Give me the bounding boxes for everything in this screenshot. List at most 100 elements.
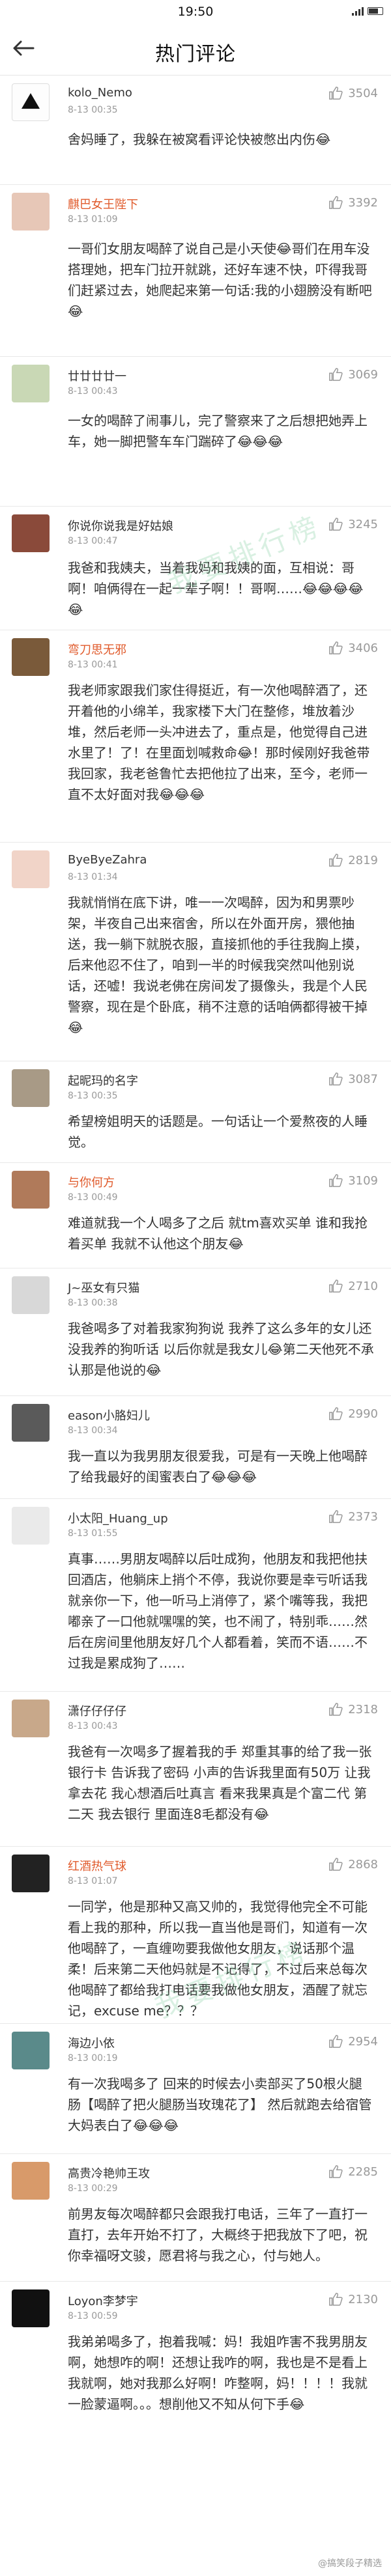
- avatar[interactable]: [12, 1507, 50, 1545]
- thumbs-up-icon: [329, 368, 343, 381]
- like-count: 3504: [348, 86, 378, 100]
- thumbs-up-icon: [329, 2165, 343, 2178]
- avatar[interactable]: [12, 2289, 50, 2327]
- like-button[interactable]: 2285: [328, 2164, 378, 2179]
- comment-author[interactable]: 麒巴女王陛下: [68, 195, 138, 212]
- like-button[interactable]: 3406: [328, 641, 378, 655]
- comment-item: eason小胳妇儿 8-13 00:34 2990 我一直以为我男朋友很爱我，可…: [0, 1396, 391, 1499]
- comment-time: 8-13 00:34: [68, 1425, 118, 1436]
- footer-watermark: @搞笑段子精选: [318, 2558, 382, 2569]
- avatar[interactable]: [12, 1069, 50, 1107]
- avatar[interactable]: [12, 638, 50, 676]
- like-button[interactable]: 2990: [328, 1407, 378, 1421]
- like-count: 3109: [348, 1173, 378, 1188]
- comment-time: 8-13 00:59: [68, 2311, 118, 2321]
- comment-time: 8-13 00:29: [68, 2183, 118, 2194]
- comment-author[interactable]: 小太阳_Huang_up: [68, 1509, 168, 1526]
- like-button[interactable]: 3087: [328, 1072, 378, 1086]
- like-count: 2954: [348, 2034, 378, 2049]
- comment-author[interactable]: 你说你说我是好姑娘: [68, 517, 173, 534]
- like-button[interactable]: 2130: [328, 2292, 378, 2306]
- comment-author[interactable]: 潇仔仔仔仔: [68, 1702, 126, 1719]
- comment-item: J~巫女有只猫 8-13 00:38 2710 我爸喝多了对着我家狗狗说 我养了…: [0, 1268, 391, 1396]
- avatar[interactable]: [12, 365, 50, 402]
- status-icons: [352, 7, 383, 16]
- like-button[interactable]: 2819: [328, 853, 378, 867]
- comment-time: 8-13 01:09: [68, 214, 118, 225]
- avatar[interactable]: [12, 1171, 50, 1209]
- like-button[interactable]: 3245: [328, 517, 378, 531]
- like-button[interactable]: 2954: [328, 2034, 378, 2049]
- like-button[interactable]: 3504: [328, 86, 378, 100]
- like-button[interactable]: 2318: [328, 1702, 378, 1716]
- comment-text: 我爸和我姨夫，当着我妈和我姨的面，互相说：哥啊！咱俩得在一起一辈子啊！！哥啊………: [68, 560, 364, 617]
- battery-icon: [368, 7, 383, 15]
- comment-time: 8-13 00:43: [68, 386, 118, 397]
- comment-author[interactable]: 与你何方: [68, 1173, 115, 1190]
- comment-author[interactable]: 弯刀思无邪: [68, 641, 126, 658]
- comment-author[interactable]: 红酒热气球: [68, 1857, 126, 1874]
- comment-author[interactable]: Loyon李梦宇: [68, 2292, 138, 2309]
- comment-author[interactable]: J~巫女有只猫: [68, 1279, 139, 1296]
- like-count: 2318: [348, 1702, 378, 1716]
- comment-author[interactable]: 海边小依: [68, 2034, 115, 2051]
- signal-icon: [352, 7, 364, 16]
- like-button[interactable]: 3069: [328, 367, 378, 382]
- like-button[interactable]: 3392: [328, 195, 378, 210]
- like-button[interactable]: 2868: [328, 1857, 378, 1871]
- like-count: 2710: [348, 1279, 378, 1293]
- avatar[interactable]: [12, 514, 50, 552]
- avatar[interactable]: [12, 1404, 50, 1442]
- comment-item: 起昵玛的名字 8-13 00:35 3087 希望榜姐明天的话题是。一句话让一个…: [0, 1061, 391, 1163]
- comment-text: 我爸有一次喝多了握着我的手 郑重其事的给了我一张银行卡 告诉我了密码 小声的告诉…: [68, 1744, 372, 1822]
- avatar[interactable]: [12, 1700, 50, 1737]
- like-count: 2373: [348, 1509, 378, 1524]
- like-button[interactable]: 2710: [328, 1279, 378, 1293]
- avatar[interactable]: [12, 193, 50, 231]
- comment-text: 前男友每次喝醉都只会跟我打电话，三年了一直打一直打，去年开始不打了，大概终于把我…: [68, 2206, 368, 2263]
- comment-item: 海边小依 8-13 00:19 2954 有一次我喝多了 回来的时候去小卖部买了…: [0, 2024, 391, 2154]
- like-count: 3406: [348, 641, 378, 655]
- like-count: 2819: [348, 853, 378, 867]
- comment-author[interactable]: 起昵玛的名字: [68, 1072, 138, 1089]
- comment-author[interactable]: eason小胳妇儿: [68, 1407, 150, 1423]
- comment-time: 8-13 00:43: [68, 1721, 118, 1731]
- thumbs-up-icon: [329, 1858, 343, 1871]
- thumbs-up-icon: [329, 1280, 343, 1293]
- avatar[interactable]: [12, 2162, 50, 2200]
- comment-time: 8-13 00:19: [68, 2053, 118, 2064]
- comment-item: 廿廿廿廿一 8-13 00:43 3069 一女的喝醉了闹事儿，完了警察来了之后…: [0, 357, 391, 507]
- like-button[interactable]: 3109: [328, 1173, 378, 1188]
- comment-author[interactable]: ByeByeZahra: [68, 853, 147, 867]
- thumbs-up-icon: [329, 854, 343, 867]
- like-button[interactable]: 2373: [328, 1509, 378, 1524]
- comment-time: 8-13 00:35: [68, 1091, 118, 1101]
- avatar[interactable]: [12, 850, 50, 888]
- comment-item: 小太阳_Huang_up 8-13 01:55 2373 真事……男朋友喝醉以后…: [0, 1499, 391, 1692]
- comment-text: 难道就我一个人喝多了之后 就tm喜欢买单 谁和我抢着买单 我就不认他这个朋友😂: [68, 1215, 368, 1252]
- comment-text: 有一次我喝多了 回来的时候去小卖部买了50根火腿肠【喝醉了把火腿肠当玫瑰花了】 …: [68, 2076, 372, 2133]
- comment-author[interactable]: kolo_Nemo: [68, 86, 132, 100]
- comment-item: kolo_Nemo 8-13 00:35 3504 舍妈睡了，我躲在被窝看评论快…: [0, 76, 391, 185]
- comment-author[interactable]: 廿廿廿廿一: [68, 367, 126, 384]
- like-count: 2130: [348, 2292, 378, 2306]
- avatar[interactable]: [12, 2032, 50, 2069]
- comment-item: 弯刀思无邪 8-13 00:41 3406 我老师家跟我们家住得挺近，有一次他喝…: [0, 630, 391, 843]
- comment-time: 8-13 00:49: [68, 1192, 118, 1203]
- comment-item: 红酒热气球 8-13 01:07 2868 一同学，他是那种又高又帅的，我觉得他…: [0, 1847, 391, 2024]
- avatar[interactable]: [12, 1276, 50, 1314]
- like-count: 3392: [348, 195, 378, 210]
- comment-item: 高贵冷艳帅王攻 8-13 00:29 2285 前男友每次喝醉都只会跟我打电话，…: [0, 2154, 391, 2282]
- like-count: 2285: [348, 2164, 378, 2179]
- thumbs-up-icon: [329, 1174, 343, 1187]
- avatar[interactable]: [12, 83, 50, 121]
- thumbs-up-icon: [329, 1703, 343, 1716]
- comment-text: 一同学，他是那种又高又帅的，我觉得他完全不可能看上我的那种，所以我一直当他是哥们…: [68, 1899, 368, 2019]
- comment-text: 一女的喝醉了闹事儿，完了警察来了之后想把她弄上车，她一脚把警车车门踹碎了😂😂😂: [68, 413, 368, 449]
- comment-text: 真事……男朋友喝醉以后吐成狗，他朋友和我把他扶回酒店，他躺床上捎个不停，我说你要…: [68, 1551, 368, 1671]
- comment-author[interactable]: 高贵冷艳帅王攻: [68, 2164, 150, 2181]
- comment-time: 8-13 01:07: [68, 1876, 118, 1886]
- avatar[interactable]: [12, 1855, 50, 1892]
- like-count: 2868: [348, 1857, 378, 1871]
- comment-text: 我老师家跟我们家住得挺近，有一次他喝醉酒了，还开着他的小绵羊，我家楼下大门在整修…: [68, 682, 370, 802]
